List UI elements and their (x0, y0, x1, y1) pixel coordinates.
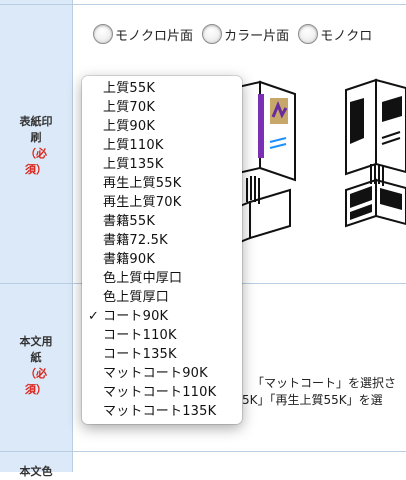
body-paper-label-line2: 紙 (30, 351, 42, 364)
radio-button[interactable] (93, 24, 113, 44)
required-mark-line1: （必 (25, 367, 47, 380)
radio-button[interactable] (298, 24, 319, 44)
dropdown-item[interactable]: 上質135K (82, 155, 242, 174)
radio-button[interactable] (202, 24, 223, 44)
dropdown-item[interactable]: ✓ コート90K (82, 307, 242, 326)
label-column (0, 0, 73, 472)
option-label: モノクロ (320, 28, 373, 44)
dropdown-item-label: 再生上質55K (103, 176, 182, 191)
row-divider (0, 4, 406, 5)
dropdown-item-label: 色上質厚口 (103, 290, 170, 305)
dropdown-item[interactable]: コート110K (82, 326, 242, 345)
paper-type-dropdown[interactable]: 上質55K 上質70K 上質90K 上質110K 上質135K 再生上質55K 再生上質70… (82, 76, 242, 424)
dropdown-item[interactable]: 書籍72.5K (82, 231, 242, 250)
dropdown-item-label: コート135K (103, 347, 177, 362)
required-mark-line2: 須） (25, 163, 47, 176)
option-color-single[interactable]: カラー片面 (202, 24, 289, 44)
dropdown-item[interactable]: 書籍90K (82, 250, 242, 269)
dropdown-item[interactable]: 書籍55K (82, 212, 242, 231)
dropdown-item[interactable]: マットコート110K (82, 383, 242, 402)
option-label: カラー片面 (224, 28, 290, 44)
description-line-1: 「マットコート」を選択さ (252, 376, 397, 390)
dropdown-item-label: 書籍90K (103, 252, 156, 267)
dropdown-item[interactable]: コート135K (82, 345, 242, 364)
dropdown-item[interactable]: 上質90K (82, 117, 242, 136)
dropdown-item-label: 上質55K (103, 81, 156, 96)
dropdown-item[interactable]: 上質110K (82, 136, 242, 155)
dropdown-item[interactable]: マットコート90K (82, 364, 242, 383)
dropdown-item-label: 上質90K (103, 119, 156, 134)
cover-print-label: 表紙印 刷 （必 須） (0, 114, 72, 178)
description-line-2: 5K」「再生上質55K」を選 (242, 393, 383, 407)
checkmark-icon: ✓ (88, 309, 100, 324)
dropdown-item[interactable]: マットコート135K (82, 402, 242, 421)
dropdown-item-label: 書籍72.5K (103, 233, 168, 248)
dropdown-item-label: マットコート110K (103, 385, 217, 400)
dropdown-item-label: マットコート135K (103, 404, 217, 419)
dropdown-item[interactable]: 色上質厚口 (82, 288, 242, 307)
dropdown-item-label: 上質70K (103, 100, 156, 115)
dropdown-item[interactable]: 再生上質55K (82, 174, 242, 193)
column-divider (72, 0, 73, 472)
dropdown-item-label: 上質110K (103, 138, 164, 153)
book-binding-illustration-mono-icon (345, 78, 406, 228)
dropdown-item-label: 上質135K (103, 157, 164, 172)
cover-print-label-line1: 表紙印 (19, 115, 53, 128)
dropdown-list: 上質55K 上質70K 上質90K 上質110K 上質135K 再生上質55K 再生上質70… (82, 79, 242, 421)
dropdown-item[interactable]: 上質70K (82, 98, 242, 117)
option-mono-other[interactable]: モノクロ (298, 24, 372, 44)
body-paper-label: 本文用 紙 （必 須） (0, 334, 72, 398)
row-divider (0, 451, 406, 452)
body-color-label: 本文色 (0, 464, 72, 480)
dropdown-item[interactable]: 再生上質70K (82, 193, 242, 212)
body-paper-label-line1: 本文用 (19, 335, 53, 348)
dropdown-item[interactable]: 上質55K (82, 79, 242, 98)
print-options: モノクロ片面 カラー片面 モノクロ (93, 24, 376, 48)
option-label: モノクロ片面 (115, 28, 194, 44)
required-mark-line2: 須） (25, 383, 47, 396)
cover-print-label-line2: 刷 (30, 131, 42, 144)
dropdown-item-label: 色上質中厚口 (103, 271, 183, 286)
dropdown-item[interactable]: 色上質中厚口 (82, 269, 242, 288)
dropdown-item-label: コート90K (103, 309, 169, 324)
dropdown-item-label: 再生上質70K (103, 195, 182, 210)
dropdown-item-label: マットコート90K (103, 366, 208, 381)
required-mark-line1: （必 (25, 147, 47, 160)
dropdown-item-label: 書籍55K (103, 214, 156, 229)
dropdown-item-label: コート110K (103, 328, 177, 343)
option-mono-single[interactable]: モノクロ片面 (93, 24, 193, 44)
